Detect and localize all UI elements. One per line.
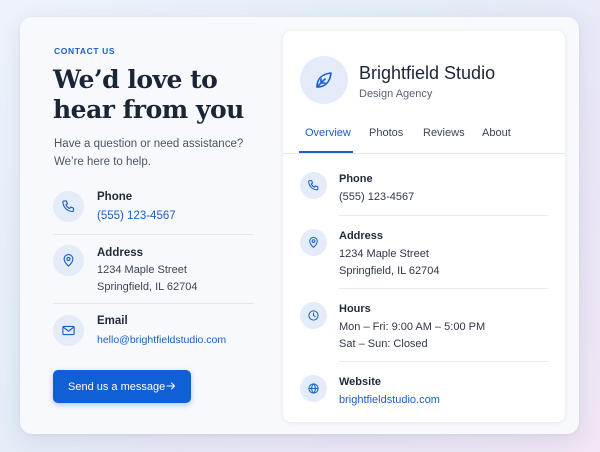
divider: [339, 288, 548, 289]
detail-phone-value[interactable]: (555) 123-4567: [339, 189, 414, 206]
detail-phone: Phone (555) 123-4567: [300, 172, 548, 206]
active-tab-indicator: [299, 151, 353, 153]
send-message-button[interactable]: Send us a message: [53, 370, 191, 403]
contact-address-line-1: 1234 Maple Street: [97, 264, 187, 276]
page-title: We’d love to hear from you: [53, 65, 293, 125]
business-name: Brightfield Studio: [359, 63, 496, 83]
intro-line-1: Have a question or need assistance?: [54, 138, 244, 150]
contact-card: CONTACT US We’d love to hear from you Ha…: [20, 17, 579, 434]
detail-hours: Hours Mon – Fri: 9:00 AM – 5:00 PM Sat –…: [300, 302, 548, 350]
detail-hours-value: Mon – Fri: 9:00 AM – 5:00 PM Sat – Sun: …: [339, 319, 485, 353]
contact-address-item: Address 1234 Maple Street Springfield, I…: [53, 245, 253, 297]
tab-overview[interactable]: Overview: [305, 127, 351, 153]
contact-address-line-2: Springfield, IL 62704: [97, 281, 198, 293]
intro-line-2: We’re here to help.: [54, 156, 151, 168]
contact-email-item: Email hello@brightfieldstudio.com: [53, 315, 253, 351]
contact-phone-label: Phone: [97, 191, 133, 203]
detail-address: Address 1234 Maple Street Springfield, I…: [300, 229, 548, 277]
headline-line-1: We’d love to: [53, 65, 218, 94]
tab-reviews[interactable]: Reviews: [423, 127, 465, 153]
contact-phone-item: Phone (555) 123-4567: [53, 191, 253, 227]
profile-tabs: Overview Photos Reviews About: [283, 127, 565, 154]
phone-icon: [53, 191, 84, 222]
detail-website-label: Website: [339, 376, 381, 388]
detail-address-label: Address: [339, 230, 384, 242]
business-type: Design Agency: [359, 88, 433, 100]
detail-website: Website brightfieldstudio.com: [300, 375, 548, 409]
detail-address-line-2: Springfield, IL 62704: [339, 265, 440, 277]
divider: [53, 303, 253, 304]
mail-icon: [53, 315, 84, 346]
globe-icon: [300, 375, 327, 402]
contact-address-value: 1234 Maple Street Springfield, IL 62704: [97, 262, 198, 296]
clock-icon: [300, 302, 327, 329]
intro-text: Have a question or need assistance? We’r…: [54, 135, 274, 171]
detail-phone-label: Phone: [339, 173, 373, 185]
contact-email-label: Email: [97, 315, 128, 327]
business-profile-panel: Brightfield Studio Design Agency Overvie…: [283, 31, 565, 422]
arrow-right-icon: [165, 380, 177, 392]
contact-phone-link[interactable]: (555) 123-4567: [97, 208, 176, 225]
divider: [53, 234, 253, 235]
tab-photos[interactable]: Photos: [369, 127, 403, 153]
detail-hours-line-2: Sat – Sun: Closed: [339, 338, 428, 350]
contact-email-link[interactable]: hello@brightfieldstudio.com: [97, 332, 226, 349]
tab-about[interactable]: About: [482, 127, 511, 153]
detail-hours-label: Hours: [339, 303, 371, 315]
headline-line-2: hear from you: [53, 95, 244, 124]
detail-address-value: 1234 Maple Street Springfield, IL 62704: [339, 246, 440, 280]
divider: [339, 215, 548, 216]
map-pin-icon: [53, 245, 84, 276]
divider: [339, 361, 548, 362]
contact-address-label: Address: [97, 247, 144, 259]
eyebrow-label: CONTACT US: [54, 46, 116, 56]
detail-hours-line-1: Mon – Fri: 9:00 AM – 5:00 PM: [339, 321, 486, 333]
leaf-icon: [300, 56, 348, 104]
map-pin-icon: [300, 229, 327, 256]
send-message-label: Send us a message: [68, 380, 166, 393]
detail-address-line-1: 1234 Maple Street: [339, 248, 429, 260]
phone-icon: [300, 172, 327, 199]
detail-website-link[interactable]: brightfieldstudio.com: [339, 392, 440, 409]
